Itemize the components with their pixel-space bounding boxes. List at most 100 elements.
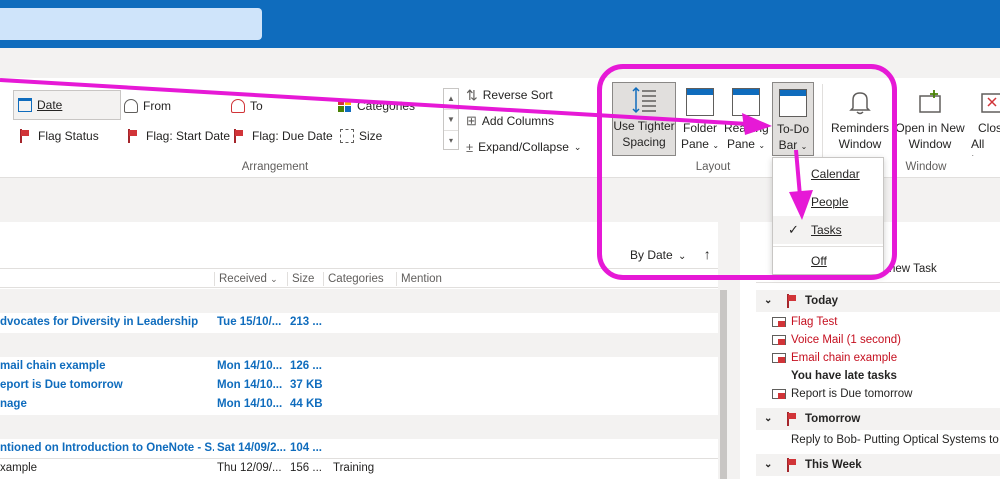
mail-group-header[interactable] — [0, 415, 718, 439]
row-received: Mon 14/10... — [217, 360, 283, 372]
sort-direction-icon[interactable]: ↑ — [704, 246, 711, 262]
chevron-down-icon: ⌄ — [573, 141, 582, 152]
arrange-flag-due-button[interactable]: Flag: Due Date — [233, 124, 333, 148]
folder-pane-label2: Pane ⌄ — [680, 137, 720, 151]
expand-collapse-button[interactable]: ± Expand/Collapse ⌄ — [466, 137, 581, 157]
chevron-down-icon: ⌄ — [678, 251, 687, 262]
table-row[interactable]: dvocates for Diversity in Leadership Tue… — [0, 313, 718, 332]
mail-column-headers: Received ⌄ Size Categories Mention — [0, 268, 718, 288]
folder-pane-button[interactable]: Folder Pane ⌄ — [680, 82, 720, 156]
flag-icon — [786, 294, 796, 308]
person-icon — [231, 99, 245, 113]
window-group-label: Window — [905, 161, 947, 173]
todo-item-label: Reply to Bob- Putting Optical Systems to — [791, 434, 999, 446]
layout-group-label: Layout — [695, 161, 731, 173]
table-row[interactable]: eport is Due tomorrow Mon 14/10... 37 KB — [0, 376, 718, 395]
todo-item-label: Flag Test — [791, 316, 838, 328]
row-size: 213 ... — [290, 316, 322, 328]
open-in-new-window-button[interactable]: Open in New Window — [894, 82, 966, 156]
arrange-categories-button[interactable]: Categories — [338, 94, 415, 118]
spacing-icon — [630, 86, 658, 114]
arrangement-gallery-scroll[interactable]: ▲ ▼ ▾ — [443, 88, 459, 150]
todo-group-this-week[interactable]: ⌄ This Week — [756, 454, 1000, 476]
use-tighter-spacing-button[interactable]: Use Tighter Spacing — [612, 82, 676, 156]
arrange-from-button[interactable]: From — [124, 94, 171, 118]
todo-new-task-label: new Task — [889, 263, 937, 275]
row-received: Mon 14/10... — [217, 398, 283, 410]
todo-item[interactable]: Reply to Bob- Putting Optical Systems to — [756, 431, 1000, 449]
table-row[interactable]: nage Mon 14/10... 44 KB — [0, 395, 718, 414]
dropdown-item-off[interactable]: Off — [773, 246, 883, 274]
close-all-items-label1: Clos — [978, 121, 1000, 135]
size-icon — [340, 129, 354, 143]
todo-bar-button[interactable]: To-Do Bar ⌄ — [772, 82, 814, 156]
arrange-to-label: To — [250, 99, 263, 113]
arrange-flag-status-button[interactable]: Flag Status — [19, 124, 99, 148]
new-window-icon — [916, 88, 944, 116]
reading-pane-button[interactable]: Reading Pane ⌄ — [724, 82, 769, 156]
todo-item[interactable]: Flag Test — [756, 313, 1000, 331]
arrange-size-label: Size — [359, 129, 383, 143]
column-header-size[interactable]: Size — [287, 272, 323, 286]
close-all-items-button[interactable]: Clos All Ite — [970, 82, 1000, 156]
todo-group-tomorrow[interactable]: ⌄ Tomorrow — [756, 408, 1000, 430]
row-subject: nage — [0, 398, 27, 410]
gallery-up-icon[interactable]: ▲ — [444, 89, 458, 110]
row-subject: eport is Due tomorrow — [0, 379, 123, 391]
search-box[interactable] — [0, 8, 262, 40]
todo-bar-icon — [779, 89, 807, 117]
arrange-date-button[interactable]: Date — [13, 90, 121, 120]
close-window-icon — [978, 88, 1000, 116]
row-size: 104 ... — [290, 442, 322, 454]
table-row[interactable]: xample Thu 12/09/... 156 ... Training — [0, 458, 718, 477]
folder-pane-label1: Folder — [682, 121, 717, 135]
flagged-mail-icon — [772, 353, 786, 363]
todo-group-this-week-label: This Week — [805, 459, 862, 471]
row-size: 156 ... — [290, 462, 322, 474]
table-row[interactable]: mail chain example Mon 14/10... 126 ... — [0, 357, 718, 376]
todo-group-tomorrow-label: Tomorrow — [805, 413, 861, 425]
column-header-received[interactable]: Received ⌄ — [214, 272, 286, 286]
add-columns-button[interactable]: ⊞ Add Columns — [466, 111, 554, 131]
gallery-down-icon[interactable]: ▼ — [444, 110, 458, 131]
mail-list-scrollbar-thumb[interactable] — [720, 290, 727, 479]
use-tighter-spacing-label2: Spacing — [622, 135, 666, 149]
reverse-sort-icon: ⇅ — [466, 86, 478, 103]
chevron-down-icon: ⌄ — [764, 413, 773, 424]
expand-collapse-icon: ± — [466, 139, 474, 155]
column-header-categories[interactable]: Categories — [323, 272, 396, 286]
row-received: Sat 14/09/2... — [217, 442, 287, 454]
reading-pane-icon — [732, 88, 760, 116]
chevron-down-icon: ⌄ — [758, 141, 766, 150]
checkmark-icon: ✓ — [788, 222, 799, 237]
reminders-window-label2: Window — [838, 137, 882, 151]
todo-late-note: You have late tasks — [791, 370, 897, 382]
column-header-mention[interactable]: Mention — [396, 272, 496, 286]
arrange-to-button[interactable]: To — [231, 94, 263, 118]
flagged-mail-icon — [772, 335, 786, 345]
arrange-flag-start-button[interactable]: Flag: Start Date — [127, 124, 230, 148]
add-columns-icon: ⊞ — [466, 113, 477, 128]
dropdown-item-calendar[interactable]: Calendar — [773, 160, 883, 188]
arrange-size-button[interactable]: Size — [340, 124, 382, 148]
mail-group-header[interactable] — [0, 289, 718, 313]
reverse-sort-label: Reverse Sort — [482, 88, 553, 102]
row-received: Thu 12/09/... — [217, 462, 282, 474]
todo-group-today[interactable]: ⌄ Today — [756, 290, 1000, 312]
todo-item[interactable]: Report is Due tomorrow — [756, 385, 1000, 403]
dropdown-item-people[interactable]: People — [773, 188, 883, 216]
mail-group-header[interactable] — [0, 333, 718, 357]
use-tighter-spacing-label1: Use Tighter — [613, 119, 675, 133]
reverse-sort-button[interactable]: ⇅ Reverse Sort — [466, 85, 553, 105]
table-row[interactable]: ntioned on Introduction to OneNote - S..… — [0, 439, 718, 458]
todo-item[interactable]: Email chain example — [756, 349, 1000, 367]
gallery-more-icon[interactable]: ▾ — [444, 131, 458, 151]
reminders-window-button[interactable]: Reminders Window — [828, 82, 892, 156]
sort-by-date-control[interactable]: By Date ⌄ ↑ — [630, 246, 711, 262]
row-subject: mail chain example — [0, 360, 106, 372]
ribbon-divider — [601, 84, 602, 172]
row-received: Mon 14/10... — [217, 379, 283, 391]
dropdown-item-tasks[interactable]: ✓ Tasks — [773, 216, 883, 244]
open-in-new-window-label2: Window — [908, 137, 952, 151]
todo-item[interactable]: Voice Mail (1 second) — [756, 331, 1000, 349]
